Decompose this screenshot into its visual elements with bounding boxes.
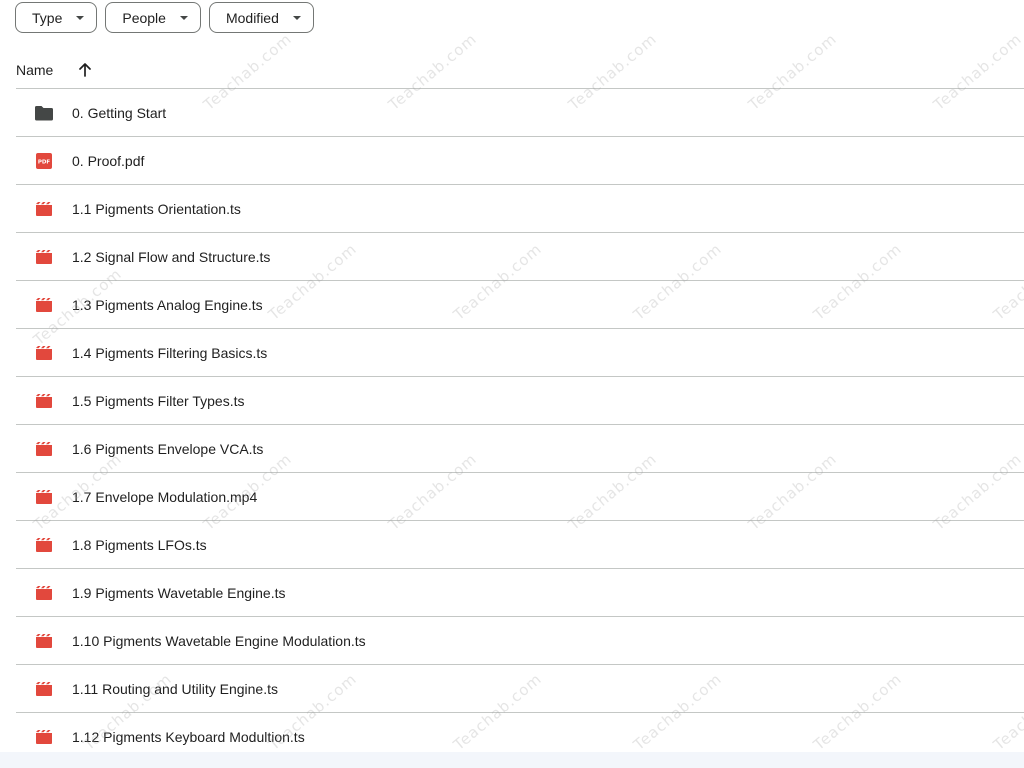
video-icon — [34, 727, 54, 747]
file-list: 0. Getting Start PDF 0. Proof.pdf 1.1 Pigme… — [16, 89, 1024, 761]
file-name: 0. Proof.pdf — [72, 152, 145, 169]
video-icon — [34, 343, 54, 363]
pdf-icon: PDF — [34, 151, 54, 171]
file-row[interactable]: 1.6 Pigments Envelope VCA.ts — [16, 425, 1024, 473]
video-icon — [34, 199, 54, 219]
file-name: 1.6 Pigments Envelope VCA.ts — [72, 440, 264, 457]
file-name: 1.5 Pigments Filter Types.ts — [72, 392, 245, 409]
filter-modified-label: Modified — [225, 9, 279, 26]
file-name: 1.7 Envelope Modulation.mp4 — [72, 488, 258, 505]
video-icon — [34, 295, 54, 315]
page-bottom-strip — [0, 752, 1024, 768]
drive-file-browser: Type People Modified Name 0. Getting Sta… — [0, 0, 1024, 768]
list-header: Name — [16, 52, 1024, 89]
video-icon — [34, 679, 54, 699]
file-row[interactable]: PDF 0. Proof.pdf — [16, 137, 1024, 185]
filter-people-label: People — [122, 9, 166, 26]
file-row[interactable]: 1.1 Pigments Orientation.ts — [16, 185, 1024, 233]
chevron-down-icon — [292, 16, 301, 20]
video-icon — [34, 487, 54, 507]
file-row[interactable]: 1.4 Pigments Filtering Basics.ts — [16, 329, 1024, 377]
video-icon — [34, 247, 54, 267]
file-row[interactable]: 1.5 Pigments Filter Types.ts — [16, 377, 1024, 425]
filter-modified-chip[interactable]: Modified — [208, 2, 314, 33]
filter-type-label: Type — [32, 9, 63, 26]
file-row[interactable]: 1.8 Pigments LFOs.ts — [16, 521, 1024, 569]
file-name: 1.12 Pigments Keyboard Modultion.ts — [72, 728, 305, 745]
chevron-down-icon — [76, 16, 85, 20]
name-column-header[interactable]: Name — [16, 62, 53, 78]
sort-arrow-up-icon[interactable] — [73, 58, 97, 82]
filter-people-chip[interactable]: People — [105, 2, 201, 33]
file-row[interactable]: 1.2 Signal Flow and Structure.ts — [16, 233, 1024, 281]
file-row[interactable]: 1.10 Pigments Wavetable Engine Modulatio… — [16, 617, 1024, 665]
video-icon — [34, 535, 54, 555]
video-icon — [34, 391, 54, 411]
file-name: 1.3 Pigments Analog Engine.ts — [72, 296, 263, 313]
file-name: 1.8 Pigments LFOs.ts — [72, 536, 207, 553]
video-icon — [34, 631, 54, 651]
file-row[interactable]: 1.9 Pigments Wavetable Engine.ts — [16, 569, 1024, 617]
chevron-down-icon — [179, 16, 188, 20]
file-row[interactable]: 1.3 Pigments Analog Engine.ts — [16, 281, 1024, 329]
filter-type-chip[interactable]: Type — [15, 2, 98, 33]
svg-text:PDF: PDF — [38, 159, 51, 165]
file-row[interactable]: 1.7 Envelope Modulation.mp4 — [16, 473, 1024, 521]
file-name: 1.4 Pigments Filtering Basics.ts — [72, 344, 268, 361]
file-row[interactable]: 0. Getting Start — [16, 89, 1024, 137]
file-name: 1.9 Pigments Wavetable Engine.ts — [72, 584, 286, 601]
video-icon — [34, 439, 54, 459]
file-name: 0. Getting Start — [72, 104, 167, 121]
file-name: 1.10 Pigments Wavetable Engine Modulatio… — [72, 632, 366, 649]
file-name: 1.11 Routing and Utility Engine.ts — [72, 680, 278, 697]
folder-icon — [34, 103, 54, 123]
file-name: 1.1 Pigments Orientation.ts — [72, 200, 241, 217]
file-row[interactable]: 1.11 Routing and Utility Engine.ts — [16, 665, 1024, 713]
file-name: 1.2 Signal Flow and Structure.ts — [72, 248, 271, 265]
filter-bar: Type People Modified — [15, 2, 314, 33]
video-icon — [34, 583, 54, 603]
